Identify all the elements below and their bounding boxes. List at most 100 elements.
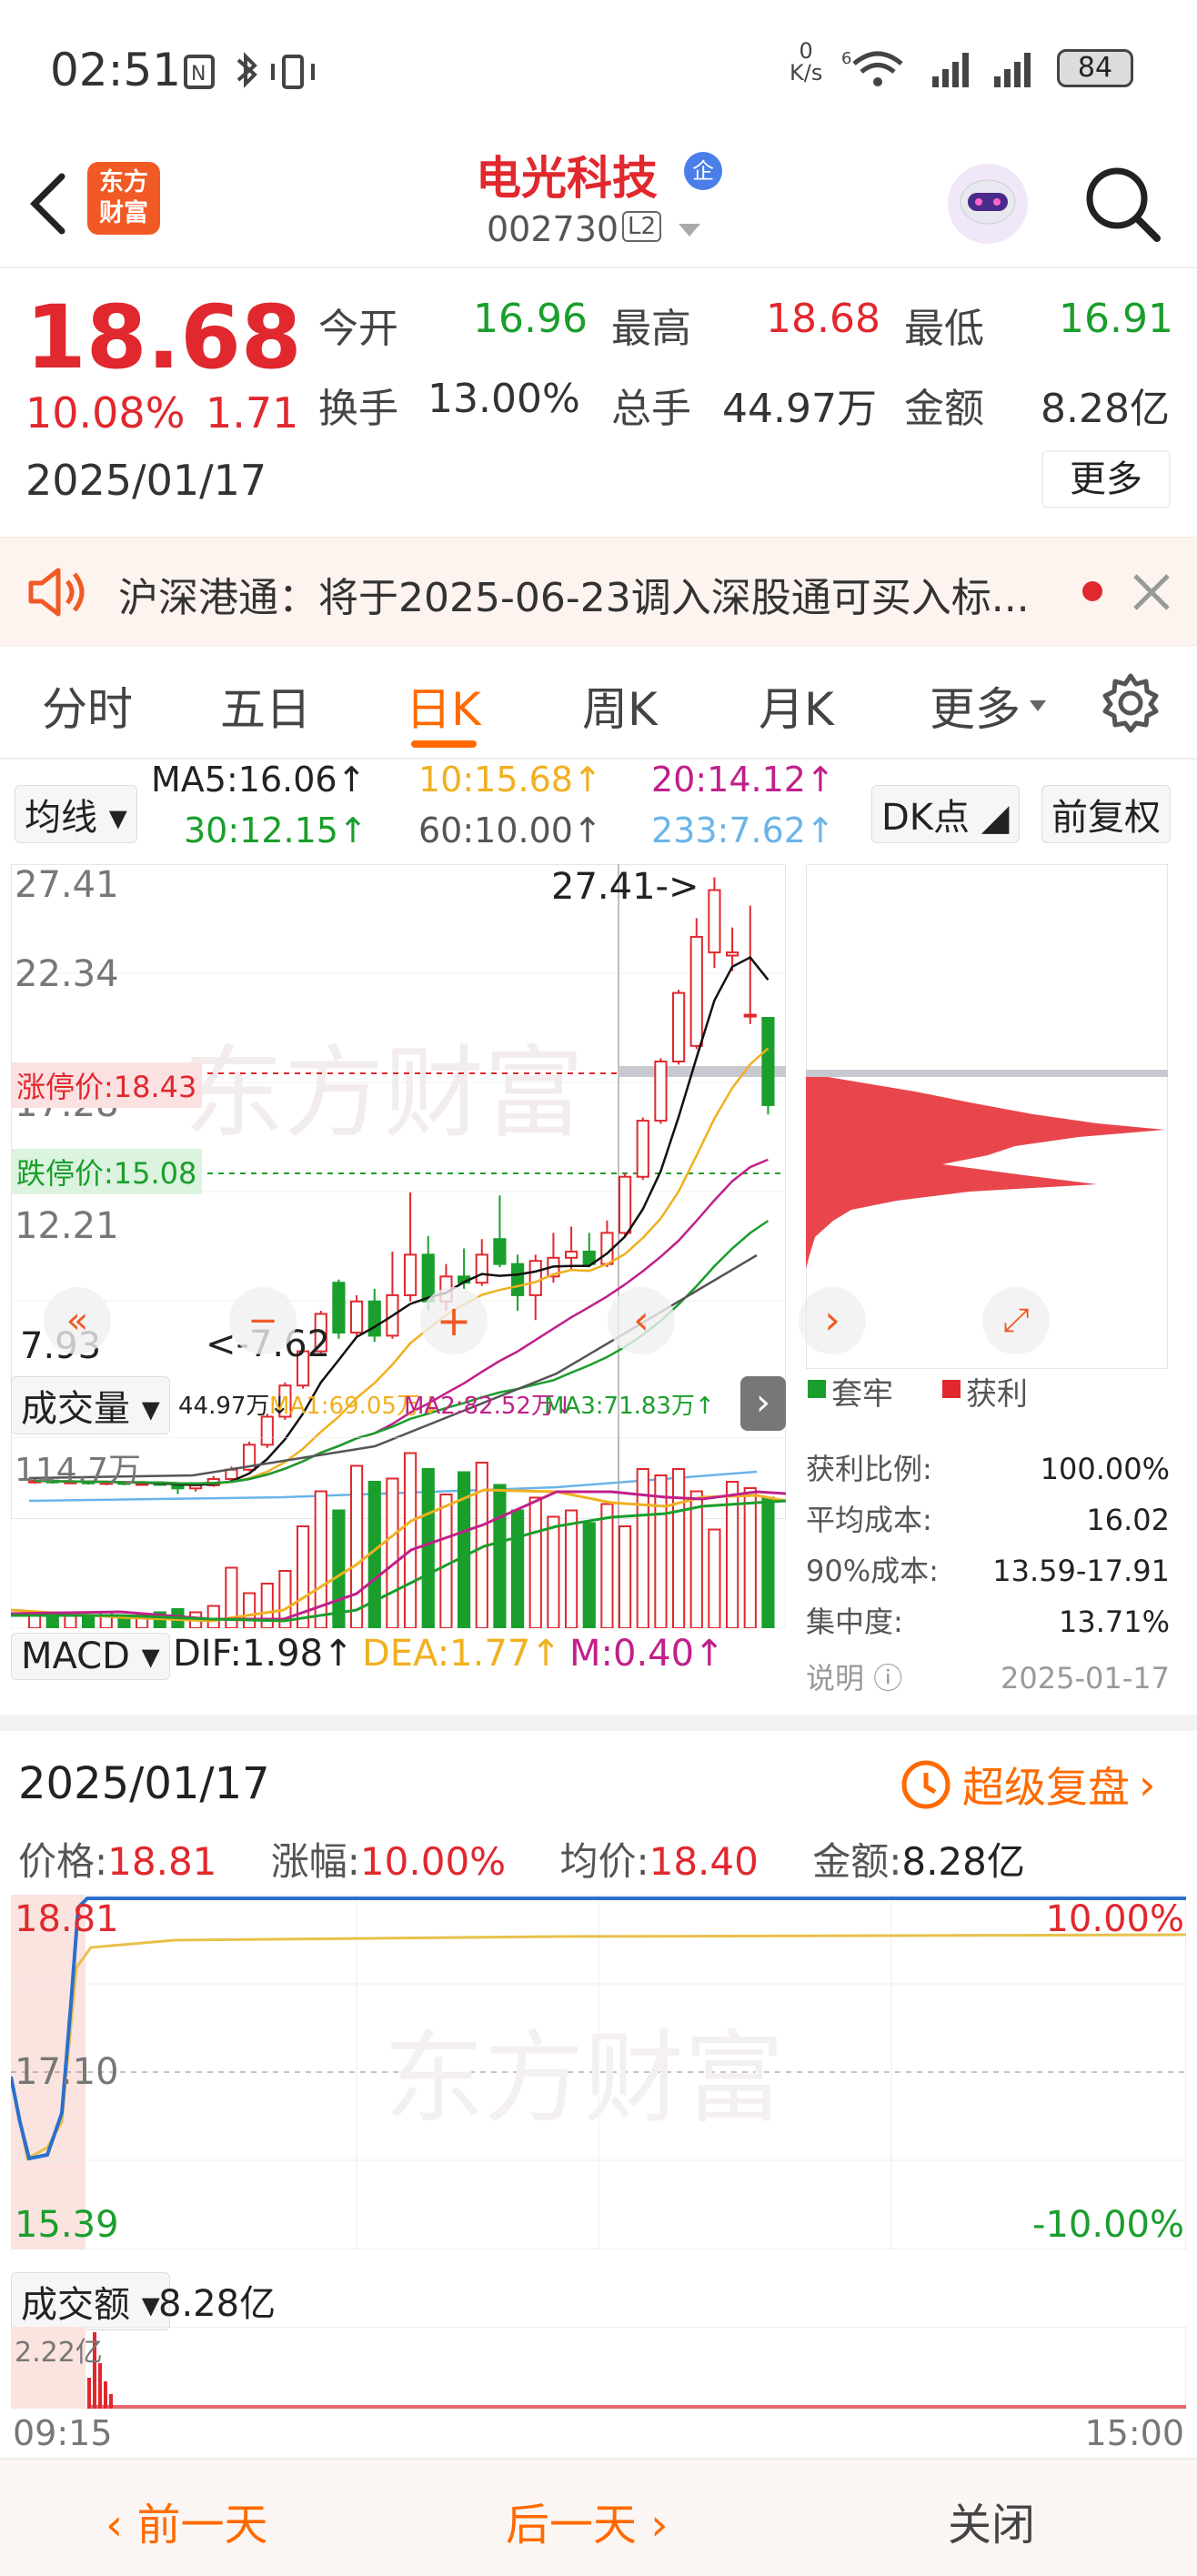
volume-bar [582,1522,596,1628]
profit-ratio-value: 100.00% [1040,1452,1170,1486]
tab-daily-k[interactable]: 日K [406,673,481,739]
volume-y-max: 114.7万 [15,1452,142,1489]
ma5-legend: MA5:16.06↑ [151,760,367,800]
open-label: 今开 [318,306,398,352]
intraday-price-plot[interactable]: 东方财富 [11,1895,1186,2249]
scroll-left-fast-icon[interactable]: « [44,1287,111,1354]
candle-body [475,1253,488,1284]
clock-history-icon [901,1760,951,1809]
amount-label: 金额 [904,386,984,432]
super-replay-button[interactable]: 超级复盘 › [897,1755,1155,1815]
adjust-price-button[interactable]: 前复权 [1041,785,1171,843]
avg-cost-label: 平均成本: [806,1503,932,1537]
expand-chip-panel-icon[interactable]: › [740,1376,786,1431]
volume-bar [547,1515,560,1628]
status-bar: 02:51 N 0 K/s 6 84 [0,0,1197,136]
candle-body [350,1300,364,1334]
code-dropdown-icon[interactable] [677,222,702,238]
gear-icon[interactable] [1099,671,1162,735]
status-time: 02:51 [50,44,182,96]
tab-intraday[interactable]: 分时 [42,673,133,739]
candle-body [689,935,703,1047]
volume-bar [672,1468,686,1628]
level-badge: L2 [622,211,662,242]
brand-logo[interactable]: 东方 财富 [87,162,160,235]
panel-y-mid: 17.10 [15,2051,119,2093]
turnover-selector[interactable]: 成交额 ▾ [11,2272,170,2330]
cost-90-label: 90%成本: [806,1554,939,1588]
turnover-rate-value: 13.00% [428,376,580,422]
robot-avatar-icon[interactable] [942,156,1033,247]
chip-stats: 获利比例: 100.00% 平均成本: 16.02 90%成本: 13.59-17.9… [806,1444,1170,1704]
net-speed-unit: K/s [790,60,823,86]
dk-point-button[interactable]: DK点 ◢ [871,785,1020,843]
volume-bar [743,1487,757,1628]
ma-selector[interactable]: 均线 ▾ [15,785,137,843]
panel-watermark: 东方财富 [384,2020,784,2137]
volume-selector[interactable]: 成交量 ▾ [11,1376,170,1434]
volume-bar [439,1494,453,1628]
next-day-button[interactable]: 后一天 › [506,2489,668,2552]
chevron-down-icon [1030,700,1046,711]
current-price: 18.68 [25,287,302,388]
active-tab-indicator [411,740,477,748]
search-icon[interactable] [1082,164,1164,246]
enterprise-badge: 企 [684,152,722,190]
stock-name[interactable]: 电光科技 [476,142,658,207]
total-volume-value: 44.97万 [722,386,877,432]
close-button[interactable]: 关闭 [948,2489,1035,2552]
scroll-left-icon[interactable]: ‹ [608,1287,675,1354]
zoom-out-icon[interactable]: − [229,1287,297,1354]
candle-body [636,1120,649,1178]
turnover-plot[interactable] [11,2327,1186,2409]
panel-date: 2025/01/17 [18,1758,270,1809]
ma10-legend: 10:15.68↑ [418,760,602,800]
volume-bar [404,1452,417,1628]
wifi-signal-icon: 6 [841,49,1031,87]
ma20-legend: 20:14.12↑ [651,760,835,800]
panel-pct-bottom: -10.00% [1032,2204,1184,2246]
trapped-legend: 套牢 [831,1376,893,1413]
close-icon[interactable] [1132,572,1172,612]
speaker-icon [28,568,85,617]
candle-body [565,1250,578,1259]
volume-bar [350,1464,364,1628]
macd-dif: DIF:1.98↑ [173,1633,354,1675]
open-value: 16.96 [473,296,588,342]
panel-avg: 18.40 [649,1839,759,1884]
back-icon[interactable] [25,171,71,236]
tab-five-day[interactable]: 五日 [220,673,311,739]
y-label-top: 27.41 [15,864,119,906]
panel-change: 10.00% [359,1839,507,1884]
tab-more[interactable]: 更多 [930,673,1021,739]
panel-price: 18.81 [107,1839,217,1884]
concentration-value: 13.71% [1058,1605,1170,1639]
volume-bar [600,1503,614,1628]
volume-bar [708,1528,721,1628]
notice-text: 沪深港通：将于2025-06-23调入深股通可买入标... [118,575,1030,621]
volume-bar [689,1490,703,1628]
volume-ma3: MA3:71.83万↑ [544,1393,715,1420]
zoom-in-icon[interactable]: + [420,1287,488,1354]
ma30-legend: 30:12.15↑ [184,810,367,850]
trapped-swatch [808,1380,826,1398]
candle-body [619,1175,632,1234]
battery-indicator: 84 [1057,49,1133,87]
chip-note-button[interactable]: 说明 ⓘ [806,1653,902,1704]
candle-body [404,1253,417,1296]
volume-bar [82,1615,96,1628]
volume-bar [64,1615,77,1628]
chip-note-date: 2025-01-17 [1001,1661,1170,1696]
panel-y-bottom: 15.39 [15,2204,119,2246]
high-label: 最高 [611,306,691,352]
macd-selector[interactable]: MACD ▾ [11,1633,170,1680]
tab-monthly-k[interactable]: 月K [759,673,834,739]
amount-value: 8.28亿 [1041,386,1170,432]
tab-weekly-k[interactable]: 周K [582,673,658,739]
prev-day-button[interactable]: ‹ 前一天 [106,2489,267,2552]
notice-bar[interactable]: 沪深港通：将于2025-06-23调入深股通可买入标... [0,537,1197,646]
total-volume-label: 总手 [611,386,691,432]
more-button[interactable]: 更多 [1041,450,1171,508]
quote-date: 2025/01/17 [25,456,267,505]
time-end: 15:00 [1084,2413,1184,2453]
